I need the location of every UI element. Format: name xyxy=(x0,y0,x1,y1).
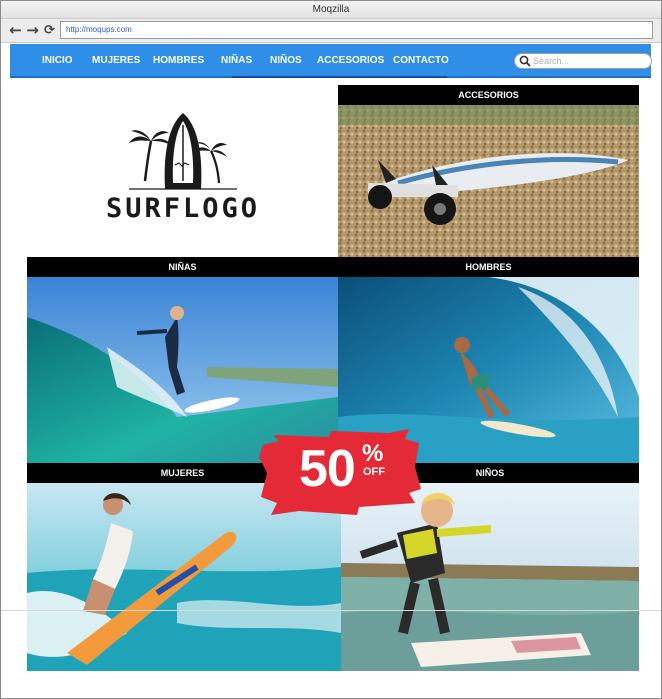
active-nav-indicator xyxy=(232,76,447,78)
viewport-fold-line xyxy=(1,610,661,611)
promo-percent: % xyxy=(362,440,384,467)
nav-item-ninos[interactable]: NIÑOS xyxy=(270,44,302,78)
category-label-ninas[interactable]: NIÑAS xyxy=(27,257,338,277)
category-label-hombres[interactable]: HOMBRES xyxy=(338,257,639,277)
search-icon[interactable] xyxy=(519,55,531,67)
accesorios-photo[interactable] xyxy=(338,105,639,257)
nav-item-contacto[interactable]: CONTACTO xyxy=(393,44,449,78)
browser-window: Moqzilla ← → ⟳ http://moqups.com INICIO … xyxy=(0,0,662,699)
reload-icon[interactable]: ⟳ xyxy=(42,22,57,39)
url-input[interactable]: http://moqups.com xyxy=(60,21,653,39)
category-label-accesorios[interactable]: ACCESORIOS xyxy=(338,85,639,105)
nav-item-inicio[interactable]: INICIO xyxy=(42,44,73,78)
arrow-right-icon[interactable]: → xyxy=(25,22,40,39)
site-navbar: INICIO MUJERES HOMBRES NIÑAS NIÑOS ACCES… xyxy=(10,44,652,78)
surf-logo-graphic: SURFLOGO xyxy=(106,113,260,224)
nav-item-hombres[interactable]: HOMBRES xyxy=(153,44,204,78)
window-title: Moqzilla xyxy=(1,1,661,19)
address-bar: ← → ⟳ http://moqups.com xyxy=(1,19,661,43)
promo-off-label: OFF xyxy=(363,466,385,478)
arrow-left-icon[interactable]: ← xyxy=(8,22,23,39)
search-box[interactable] xyxy=(514,53,652,69)
nav-item-mujeres[interactable]: MUJERES xyxy=(92,44,140,78)
search-input[interactable] xyxy=(533,54,649,68)
nav-item-accesorios[interactable]: ACCESORIOS xyxy=(317,44,384,78)
promo-amount: 50 xyxy=(299,440,356,498)
promo-badge[interactable]: 50 % OFF xyxy=(259,427,421,517)
logo-text: SURFLOGO xyxy=(106,193,260,224)
surf-logo[interactable]: SURFLOGO xyxy=(101,111,265,231)
nav-item-ninas[interactable]: NIÑAS xyxy=(221,44,252,78)
